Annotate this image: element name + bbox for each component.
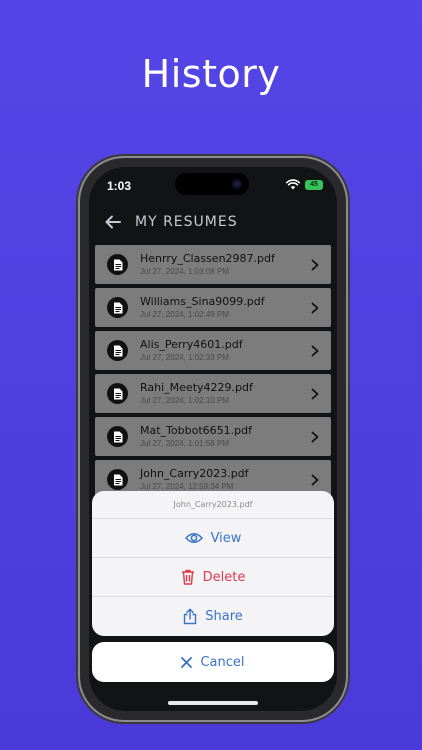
document-icon — [107, 254, 128, 275]
file-list-item[interactable]: Alis_Perry4601.pdf Jul 27, 2024, 1:02:33 … — [95, 331, 331, 370]
wifi-icon — [286, 179, 300, 190]
battery-icon: 45 — [305, 179, 323, 190]
file-text: Williams_Sina9099.pdf Jul 27, 2024, 1:02:… — [140, 295, 305, 320]
phone-screen: 1:03 45 MY RESUMES Henrry_Classen2987.pd… — [89, 167, 337, 711]
phone-frame: 1:03 45 MY RESUMES Henrry_Classen2987.pd… — [80, 158, 346, 720]
chevron-right-icon — [305, 302, 325, 314]
file-text: John_Carry2023.pdf Jul 27, 2024, 12:59:34… — [140, 467, 305, 492]
file-date: Jul 27, 2024, 1:03:08 PM — [140, 267, 229, 276]
file-date: Jul 27, 2024, 1:02:49 PM — [140, 310, 229, 319]
delete-button[interactable]: Delete — [92, 558, 334, 597]
chevron-right-icon — [305, 259, 325, 271]
file-name: Henrry_Classen2987.pdf — [140, 252, 275, 265]
share-button[interactable]: Share — [92, 597, 334, 636]
file-name: John_Carry2023.pdf — [140, 467, 249, 480]
document-glyph — [113, 431, 122, 442]
file-list-item[interactable]: Rahi_Meety4229.pdf Jul 27, 2024, 1:02:10 … — [95, 374, 331, 413]
view-label: View — [210, 530, 242, 546]
file-text: Henrry_Classen2987.pdf Jul 27, 2024, 1:03… — [140, 252, 305, 277]
document-glyph — [113, 345, 122, 356]
arrow-left-icon — [105, 215, 121, 229]
close-icon — [181, 656, 193, 668]
document-glyph — [113, 259, 122, 270]
file-name: Rahi_Meety4229.pdf — [140, 381, 253, 394]
document-icon — [107, 383, 128, 404]
home-indicator — [168, 701, 258, 705]
cancel-button[interactable]: Cancel — [92, 642, 334, 682]
back-button[interactable] — [95, 204, 131, 240]
dynamic-island — [175, 173, 249, 195]
chevron-right-icon — [305, 474, 325, 486]
file-date: Jul 27, 2024, 1:02:10 PM — [140, 396, 229, 405]
app-header: MY RESUMES — [89, 203, 337, 241]
eye-icon — [184, 533, 203, 543]
document-glyph — [113, 474, 122, 485]
chevron-right-icon — [305, 345, 325, 357]
action-sheet: John_Carry2023.pdf View Delete Share — [92, 491, 334, 636]
page-title: MY RESUMES — [135, 214, 238, 230]
file-date: Jul 27, 2024, 1:02:33 PM — [140, 353, 229, 362]
status-icons: 45 — [286, 179, 323, 190]
share-icon — [184, 608, 197, 625]
status-bar: 1:03 45 — [89, 167, 337, 203]
delete-label: Delete — [202, 569, 246, 585]
action-sheet-title: John_Carry2023.pdf — [92, 491, 334, 519]
document-icon — [107, 469, 128, 490]
file-text: Mat_Tobbot6651.pdf Jul 27, 2024, 1:01:58 … — [140, 424, 305, 449]
view-button[interactable]: View — [92, 519, 334, 558]
cancel-label: Cancel — [200, 654, 245, 670]
battery-level: 45 — [310, 181, 318, 188]
file-list-item[interactable]: Williams_Sina9099.pdf Jul 27, 2024, 1:02:… — [95, 288, 331, 327]
document-icon — [107, 340, 128, 361]
share-label: Share — [205, 609, 243, 624]
trash-icon — [181, 569, 194, 585]
document-glyph — [113, 388, 122, 399]
document-icon — [107, 297, 128, 318]
chevron-right-icon — [305, 388, 325, 400]
chevron-right-icon — [305, 431, 325, 443]
page-headline: History — [141, 52, 281, 96]
file-name: Alis_Perry4601.pdf — [140, 338, 243, 351]
file-list-item[interactable]: Mat_Tobbot6651.pdf Jul 27, 2024, 1:01:58 … — [95, 417, 331, 456]
file-name: Mat_Tobbot6651.pdf — [140, 424, 252, 437]
file-list-item[interactable]: Henrry_Classen2987.pdf Jul 27, 2024, 1:03… — [95, 245, 331, 284]
file-name: Williams_Sina9099.pdf — [140, 295, 265, 308]
resume-list: Henrry_Classen2987.pdf Jul 27, 2024, 1:03… — [95, 245, 331, 503]
file-date: Jul 27, 2024, 1:01:58 PM — [140, 439, 229, 448]
document-glyph — [113, 302, 122, 313]
status-time: 1:03 — [107, 179, 132, 193]
file-text: Rahi_Meety4229.pdf Jul 27, 2024, 1:02:10 … — [140, 381, 305, 406]
camera-lens — [232, 179, 242, 189]
document-icon — [107, 426, 128, 447]
file-text: Alis_Perry4601.pdf Jul 27, 2024, 1:02:33 … — [140, 338, 305, 363]
